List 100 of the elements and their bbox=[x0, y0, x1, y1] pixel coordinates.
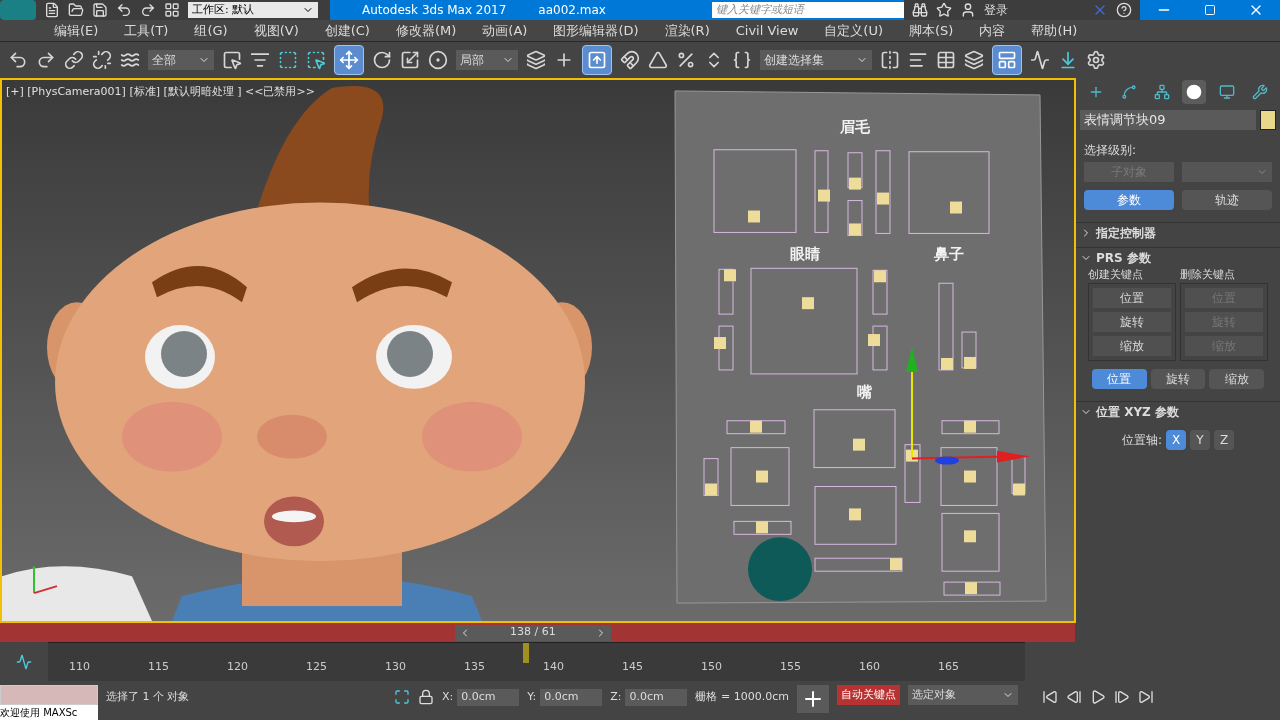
curve-editor-icon[interactable] bbox=[16, 653, 32, 670]
layer-icon[interactable] bbox=[964, 50, 984, 71]
coord-field[interactable]: 0.0cm bbox=[540, 689, 603, 706]
rotate-icon[interactable] bbox=[372, 50, 392, 71]
maximize-icon[interactable] bbox=[1204, 4, 1216, 16]
viewport-label[interactable]: [+] [PhysCamera001] [标准] [默认明暗处理 ] <<已禁用>> bbox=[6, 84, 315, 101]
rollout-header[interactable]: PRS 参数 bbox=[1080, 248, 1276, 268]
set-key-button[interactable] bbox=[796, 685, 829, 713]
window-crossing-icon[interactable] bbox=[306, 50, 326, 71]
go-to-start-icon[interactable] bbox=[1041, 689, 1058, 705]
menu-item[interactable]: 脚本(S) bbox=[909, 20, 954, 41]
star-icon[interactable] bbox=[936, 2, 952, 18]
mode-button[interactable]: 缩放 bbox=[1209, 368, 1264, 389]
schematic-icon[interactable] bbox=[1058, 50, 1078, 71]
edit-selection-set-icon[interactable] bbox=[732, 50, 752, 71]
select-object-icon[interactable] bbox=[222, 50, 242, 71]
coord-field[interactable]: 0.0cm bbox=[457, 689, 520, 706]
save-icon[interactable] bbox=[92, 2, 108, 18]
selection-region-icon[interactable] bbox=[278, 50, 298, 71]
redo-icon[interactable] bbox=[140, 2, 156, 18]
menu-item[interactable]: Civil View bbox=[735, 20, 799, 41]
dropdown[interactable]: 全部 bbox=[148, 50, 214, 71]
time-slider[interactable]: 138 / 61 bbox=[454, 624, 611, 641]
menu-item[interactable]: 工具(T) bbox=[124, 20, 169, 41]
key-button[interactable]: 位置 bbox=[1093, 287, 1171, 308]
angle-snap-icon[interactable] bbox=[648, 50, 668, 71]
material-editor-icon[interactable] bbox=[1086, 50, 1106, 71]
undo-icon[interactable] bbox=[116, 2, 132, 18]
grid-size: 栅格 = 1000.0cm bbox=[695, 689, 789, 705]
mode-button[interactable]: 旋转 bbox=[1150, 368, 1206, 389]
menu-item[interactable]: 组(G) bbox=[194, 20, 228, 41]
rollout-header[interactable]: 指定控制器 bbox=[1080, 223, 1276, 243]
previous-frame-icon[interactable] bbox=[1065, 689, 1082, 705]
project-icon[interactable] bbox=[164, 2, 180, 18]
menu-item[interactable]: 自定义(U) bbox=[824, 20, 883, 41]
menu-item[interactable]: 渲染(R) bbox=[664, 20, 710, 41]
isolate-icon[interactable] bbox=[394, 689, 410, 705]
mode-button[interactable]: 轨迹 bbox=[1182, 190, 1272, 210]
key-mode-dropdown[interactable]: 选定对象 bbox=[907, 685, 1018, 705]
redo-icon[interactable] bbox=[36, 50, 56, 71]
new-file-icon[interactable] bbox=[44, 2, 60, 18]
scale-icon[interactable] bbox=[400, 50, 420, 71]
lock-icon[interactable] bbox=[418, 689, 434, 705]
panel-label: 鼻子 bbox=[933, 245, 965, 264]
current-frame-marker[interactable] bbox=[523, 643, 530, 664]
curve-editor-icon[interactable] bbox=[1030, 50, 1050, 71]
dropdown[interactable]: 创建选择集 bbox=[760, 50, 872, 71]
panel-tab[interactable] bbox=[1182, 80, 1207, 104]
viewport[interactable]: 眉毛 眼睛 鼻子 嘴 [+] [PhysCamera001] [标准] [默认明暗处理 ] <<已禁用>> bbox=[0, 78, 1076, 623]
coord-field[interactable]: 0.0cm bbox=[625, 689, 688, 706]
frame-number: 155 bbox=[779, 659, 802, 676]
next-frame-icon[interactable] bbox=[1113, 689, 1130, 705]
key-button[interactable]: 旋转 bbox=[1093, 311, 1171, 332]
object-name-field[interactable]: 表情调节块09 bbox=[1080, 110, 1256, 130]
menu-item[interactable]: 内容 bbox=[979, 20, 1006, 41]
dropdown[interactable]: 局部 bbox=[456, 50, 518, 71]
axis-button[interactable]: X bbox=[1166, 429, 1186, 450]
axis-button[interactable]: Y bbox=[1190, 429, 1210, 450]
menu-item[interactable]: 修改器(M) bbox=[395, 20, 457, 41]
panel-label: 眼睛 bbox=[789, 245, 821, 264]
menu-item[interactable]: 创建(C) bbox=[324, 20, 370, 41]
go-to-end-icon[interactable] bbox=[1137, 689, 1154, 705]
frame-number: 135 bbox=[463, 659, 486, 676]
tool-toggle[interactable] bbox=[992, 45, 1022, 76]
menu-item[interactable]: 帮助(H) bbox=[1031, 20, 1078, 41]
menu-item[interactable]: 视图(V) bbox=[253, 20, 299, 41]
undo-icon[interactable] bbox=[8, 50, 28, 71]
menu-item[interactable]: 图形编辑器(D) bbox=[553, 20, 639, 41]
menu-item[interactable]: 动画(A) bbox=[482, 20, 528, 41]
help-icon[interactable] bbox=[1116, 2, 1132, 18]
user-icon[interactable] bbox=[960, 2, 976, 18]
move-icon bbox=[339, 50, 359, 71]
mode-button[interactable]: 位置 bbox=[1092, 368, 1147, 389]
mode-button[interactable]: 参数 bbox=[1084, 190, 1174, 210]
rollout-header[interactable]: 位置 XYZ 参数 bbox=[1080, 401, 1276, 422]
link-icon[interactable] bbox=[64, 50, 84, 71]
open-folder-icon[interactable] bbox=[68, 2, 84, 18]
group-label: 创建关键点 bbox=[1088, 268, 1144, 283]
search-field[interactable]: 键入关键字或短语 bbox=[712, 2, 904, 18]
timeline-track[interactable]: 110 115 120 125 130 135 140 145 150 155 160 165 bbox=[48, 642, 1025, 681]
tool-toggle[interactable] bbox=[334, 45, 364, 76]
scene-explorer-icon[interactable] bbox=[936, 50, 956, 71]
place-icon[interactable] bbox=[428, 50, 448, 71]
menu-item[interactable]: 编辑(E) bbox=[54, 20, 99, 41]
transform-gizmo[interactable] bbox=[906, 347, 1030, 465]
object-color-swatch[interactable] bbox=[1260, 110, 1276, 130]
binoculars-icon[interactable] bbox=[912, 2, 928, 18]
time-slider-track[interactable]: 138 / 61 bbox=[0, 623, 1075, 643]
unlink-icon[interactable] bbox=[92, 50, 112, 71]
arrow-up-icon bbox=[587, 50, 607, 71]
auto-key-button[interactable]: 自动关键点 bbox=[836, 685, 900, 705]
axis-tripod-icon bbox=[33, 565, 58, 595]
monitor-icon bbox=[1219, 84, 1236, 100]
mirror-icon[interactable] bbox=[880, 50, 900, 71]
axis-button[interactable]: Z bbox=[1214, 429, 1234, 450]
panel-label: 眉毛 bbox=[839, 117, 871, 136]
key-button[interactable]: 缩放 bbox=[1093, 335, 1171, 356]
workspace-dropdown[interactable]: 工作区: 默认 bbox=[188, 2, 318, 18]
snap-icon[interactable] bbox=[620, 50, 640, 71]
tool-toggle[interactable] bbox=[582, 45, 612, 76]
